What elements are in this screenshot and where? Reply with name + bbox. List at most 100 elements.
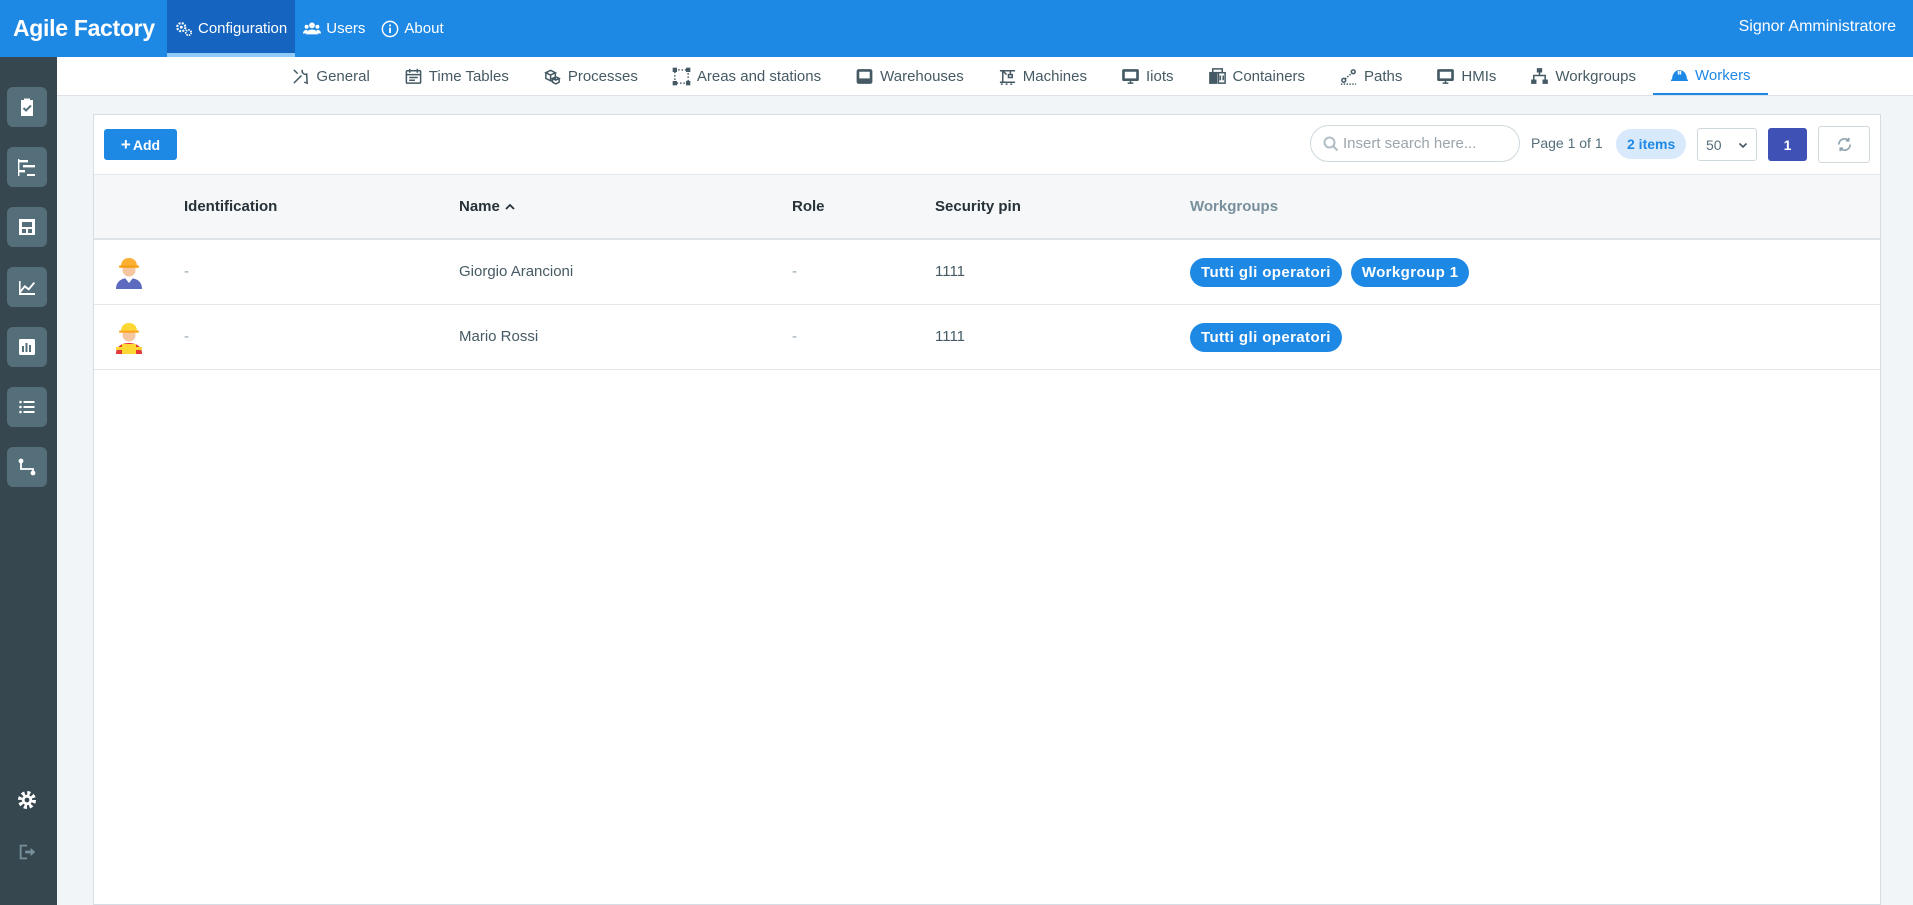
tab-machines[interactable]: Machines — [981, 57, 1104, 95]
container-icon — [1208, 67, 1226, 84]
tab-iiots[interactable]: Iiots — [1104, 57, 1191, 95]
area-icon — [672, 67, 691, 85]
column-security-pin-label: Security pin — [935, 198, 1021, 215]
sidebar-flow-button[interactable] — [7, 447, 47, 487]
tab-containers-label: Containers — [1232, 67, 1306, 85]
tab-areas-and-stations[interactable]: Areas and stations — [655, 57, 838, 95]
top-nav: Configuration Users About — [167, 0, 452, 57]
gantt-icon — [18, 159, 35, 176]
tab-areas-label: Areas and stations — [696, 67, 822, 85]
users-icon — [303, 22, 322, 34]
topnav-about[interactable]: About — [373, 0, 451, 57]
items-count-badge: 2 items — [1616, 129, 1687, 159]
plus-icon: + — [120, 135, 131, 154]
column-name[interactable]: Name — [459, 198, 516, 215]
monitor-icon — [1122, 68, 1139, 84]
tab-workgroups[interactable]: Workgroups — [1513, 57, 1653, 95]
tab-workers-label: Workers — [1695, 66, 1751, 84]
search-box — [1310, 125, 1520, 162]
tab-iiots-label: Iiots — [1145, 67, 1174, 85]
worker-avatar — [116, 323, 142, 354]
table-row[interactable]: - Mario Rossi - 1111 Tutti gli operatori — [94, 305, 1880, 370]
tab-time-tables[interactable]: Time Tables — [387, 57, 526, 95]
worker-avatar — [116, 258, 142, 289]
list-icon — [19, 400, 35, 414]
sort-up-icon — [505, 203, 515, 210]
column-name-label: Name — [459, 198, 500, 215]
toolbar: + Add Page 1 of 1 2 items 50 1 — [94, 115, 1880, 174]
workgroup-tag[interactable]: Tutti gli operatori — [1190, 258, 1342, 287]
logout-button[interactable] — [13, 838, 41, 866]
topnav-configuration-label: Configuration — [198, 20, 288, 37]
workers-panel: + Add Page 1 of 1 2 items 50 1 Identific… — [93, 114, 1881, 905]
refresh-icon — [1837, 137, 1851, 152]
bar-chart-icon — [19, 339, 35, 355]
tab-general-label: General — [316, 67, 370, 85]
tab-paths[interactable]: Paths — [1322, 57, 1419, 95]
column-identification-label: Identification — [184, 198, 278, 215]
sidebar-list-button[interactable] — [7, 387, 47, 427]
add-button-label: Add — [132, 136, 161, 153]
app-title[interactable]: Agile Factory — [0, 15, 167, 42]
topnav-users[interactable]: Users — [295, 0, 373, 57]
top-bar: Agile Factory Configuration Users About … — [0, 0, 1913, 57]
column-workgroups: Workgroups — [1190, 198, 1278, 215]
per-page-select[interactable]: 50 — [1697, 128, 1757, 161]
cell-security-pin: 1111 — [935, 263, 966, 280]
table-row[interactable]: - Giorgio Arancioni - 1111 Tutti gli ope… — [94, 240, 1880, 305]
per-page-value: 50 — [1706, 136, 1722, 153]
column-workgroups-label: Workgroups — [1190, 198, 1279, 215]
search-icon — [1323, 136, 1339, 151]
inbox-icon — [856, 68, 873, 84]
cell-security-pin: 1111 — [935, 328, 966, 345]
helmet-icon — [1670, 69, 1689, 81]
path-icon — [1340, 68, 1357, 85]
cubes-icon — [543, 68, 561, 85]
workgroup-tag[interactable]: Tutti gli operatori — [1190, 323, 1342, 352]
gear-icon — [18, 791, 36, 809]
settings-button[interactable] — [13, 786, 41, 814]
tab-hmis[interactable]: HMIs — [1419, 57, 1513, 95]
tab-processes[interactable]: Processes — [526, 57, 655, 95]
search-input[interactable] — [1343, 135, 1513, 152]
monitor-icon — [1437, 68, 1455, 84]
column-security-pin[interactable]: Security pin — [935, 198, 1021, 215]
cell-identification: - — [184, 263, 189, 280]
workgroup-tag[interactable]: Workgroup 1 — [1350, 258, 1470, 287]
config-subnav: General Time Tables Processes Areas and … — [57, 57, 1913, 96]
logout-icon — [19, 844, 36, 860]
cell-identification: - — [184, 328, 189, 345]
sidebar-analytics-button[interactable] — [7, 327, 47, 367]
table-header: Identification Name Role Security pin Wo… — [94, 174, 1880, 240]
sidebar-warehouse-button[interactable] — [7, 207, 47, 247]
workgroup-tags: Tutti gli operatori — [1190, 323, 1342, 352]
sidebar-production-button[interactable] — [7, 267, 47, 307]
tab-workers[interactable]: Workers — [1653, 57, 1768, 95]
flow-icon — [18, 458, 36, 476]
factory-chart-icon — [19, 281, 35, 295]
tools-icon — [293, 68, 309, 84]
column-role[interactable]: Role — [792, 198, 825, 215]
warehouse-icon — [19, 219, 35, 235]
cell-role: - — [792, 328, 797, 345]
sidebar-planning-button[interactable] — [7, 147, 47, 187]
sidebar — [0, 57, 57, 905]
refresh-button[interactable] — [1818, 126, 1870, 163]
column-role-label: Role — [792, 198, 825, 215]
sidebar-tasks-button[interactable] — [7, 87, 47, 127]
topnav-configuration[interactable]: Configuration — [167, 0, 296, 57]
user-menu[interactable]: Signor Amministratore — [1739, 18, 1896, 36]
sitemap-icon — [1531, 67, 1549, 84]
cell-role: - — [792, 263, 797, 280]
info-icon — [382, 20, 399, 37]
tab-warehouses[interactable]: Warehouses — [838, 57, 981, 95]
tab-general[interactable]: General — [274, 57, 386, 95]
tab-containers[interactable]: Containers — [1191, 57, 1323, 95]
topnav-users-label: Users — [326, 20, 366, 37]
tab-processes-label: Processes — [567, 67, 638, 85]
crane-icon — [999, 69, 1015, 85]
add-button[interactable]: + Add — [104, 129, 177, 160]
column-identification[interactable]: Identification — [184, 198, 277, 215]
page-1-button[interactable]: 1 — [1768, 128, 1807, 161]
tab-time-tables-label: Time Tables — [428, 67, 509, 85]
